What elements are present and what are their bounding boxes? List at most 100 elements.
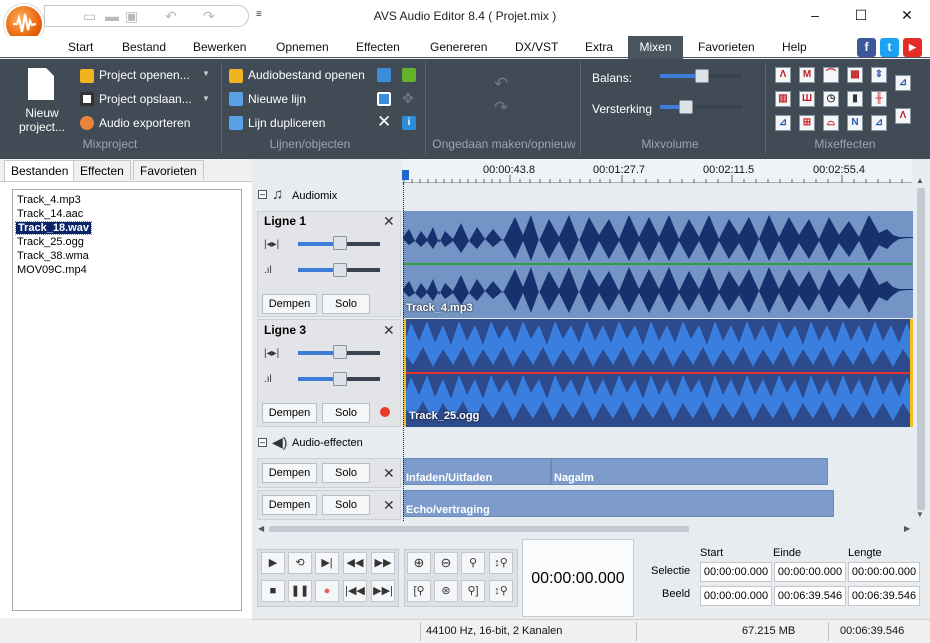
- go-to-start-icon[interactable]: |◀◀: [343, 580, 367, 602]
- close-button[interactable]: ✕: [884, 0, 930, 30]
- scroll-right-icon[interactable]: ▶: [904, 524, 910, 533]
- fx-delay-icon[interactable]: ◷: [823, 91, 839, 107]
- tab-effecten[interactable]: Effecten: [356, 40, 400, 58]
- delete-icon[interactable]: ✕: [377, 112, 391, 132]
- mute-button[interactable]: Dempen: [262, 463, 317, 483]
- minimize-button[interactable]: –: [792, 0, 838, 30]
- tab-panel-effecten[interactable]: Effecten: [73, 160, 131, 180]
- view-end-field[interactable]: 00:06:39.546: [774, 586, 846, 606]
- new-project-button[interactable]: Nieuw project...: [14, 106, 70, 134]
- fx-noise-icon[interactable]: N: [847, 115, 863, 131]
- scroll-left-icon[interactable]: ◀: [258, 524, 264, 533]
- zoom-vertical-out-icon[interactable]: ↕⚲: [489, 580, 513, 602]
- zoom-in-icon[interactable]: ⊕: [407, 552, 431, 574]
- play-icon[interactable]: ▶: [261, 552, 285, 574]
- fx-pitch-icon[interactable]: ╫: [871, 91, 887, 107]
- tab-bestand[interactable]: Bestand: [122, 40, 166, 58]
- square-icon[interactable]: [377, 92, 391, 106]
- fx-silence-icon[interactable]: ▮: [847, 91, 863, 107]
- waveform-clip[interactable]: Track_4.mp3: [403, 211, 913, 318]
- collapse-effects-icon[interactable]: –: [258, 438, 267, 447]
- list-item[interactable]: Track_25.ogg: [17, 236, 84, 248]
- mute-button[interactable]: Dempen: [262, 403, 317, 423]
- fx-amplify-icon[interactable]: Λ: [775, 67, 791, 83]
- pause-icon[interactable]: ❚❚: [288, 580, 312, 602]
- list-item[interactable]: MOV09C.mp4: [17, 264, 87, 276]
- track-balance-handle[interactable]: [333, 236, 347, 250]
- edit-icon[interactable]: [402, 68, 416, 82]
- new-line-button[interactable]: Nieuwe lijn: [248, 92, 306, 106]
- tab-start[interactable]: Start: [68, 40, 93, 58]
- zoom-100-icon[interactable]: ⚲: [461, 552, 485, 574]
- solo-button[interactable]: Solo: [322, 463, 370, 483]
- maximize-button[interactable]: ☐: [838, 0, 884, 30]
- effect-clip[interactable]: Nagalm: [551, 458, 828, 485]
- facebook-icon[interactable]: f: [857, 38, 876, 57]
- tab-genereren[interactable]: Genereren: [430, 40, 487, 58]
- fx-normalize-icon[interactable]: ⊿: [775, 115, 791, 131]
- view-length-field[interactable]: 00:06:39.546: [848, 586, 920, 606]
- list-item[interactable]: Track_14.aac: [17, 208, 83, 220]
- close-track-icon[interactable]: ✕: [383, 322, 395, 339]
- chevron-down-icon[interactable]: ▼: [202, 69, 210, 78]
- selection-length-field[interactable]: 00:00:00.000: [848, 562, 920, 582]
- fx-envelope-icon[interactable]: ⌓: [823, 115, 839, 131]
- close-effect-icon[interactable]: ✕: [383, 465, 395, 482]
- list-item[interactable]: Track_38.wma: [17, 250, 89, 262]
- record-arm-icon[interactable]: [380, 407, 390, 417]
- tab-mixen[interactable]: Mixen: [628, 36, 683, 59]
- rewind-icon[interactable]: ◀◀: [343, 552, 367, 574]
- solo-button[interactable]: Solo: [322, 495, 370, 515]
- vertical-scroll-thumb[interactable]: [917, 188, 925, 510]
- fx-chorus-icon[interactable]: ▦: [847, 67, 863, 83]
- loop-icon[interactable]: ⟲: [288, 552, 312, 574]
- solo-button[interactable]: Solo: [322, 294, 370, 314]
- export-audio-button[interactable]: Audio exporteren: [99, 116, 190, 130]
- track-name[interactable]: Ligne 1: [264, 214, 306, 228]
- fx-reverb-icon[interactable]: ▥: [775, 91, 791, 107]
- duplicate-line-button[interactable]: Lijn dupliceren: [248, 116, 325, 130]
- tab-dxvst[interactable]: DX/VST: [515, 40, 558, 58]
- scroll-down-icon[interactable]: ▼: [916, 510, 924, 519]
- zoom-to-start-icon[interactable]: [⚲: [407, 580, 431, 602]
- selection-start-field[interactable]: 00:00:00.000: [700, 562, 772, 582]
- tab-extra[interactable]: Extra: [585, 40, 613, 58]
- chevron-down-icon[interactable]: ▼: [202, 94, 210, 103]
- tab-favorieten[interactable]: Favorieten: [698, 40, 755, 58]
- delete-line-icon[interactable]: [377, 68, 391, 82]
- fast-forward-icon[interactable]: ▶▶: [371, 552, 395, 574]
- close-track-icon[interactable]: ✕: [383, 213, 395, 230]
- track-volume-handle[interactable]: [333, 263, 347, 277]
- play-selection-icon[interactable]: ▶|: [315, 552, 339, 574]
- fx-invert-icon[interactable]: ⊞: [799, 115, 815, 131]
- zoom-vertical-in-icon[interactable]: ↕⚲: [489, 552, 513, 574]
- collapse-audiomix-icon[interactable]: –: [258, 190, 267, 199]
- go-to-end-icon[interactable]: ▶▶|: [371, 580, 395, 602]
- info-icon[interactable]: i: [402, 116, 416, 130]
- tab-help[interactable]: Help: [782, 40, 807, 58]
- horizontal-scroll-thumb[interactable]: [269, 526, 689, 532]
- effect-clip[interactable]: Infaden/Uitfaden: [403, 458, 551, 485]
- tab-bewerken[interactable]: Bewerken: [193, 40, 246, 58]
- list-item[interactable]: Track_4.mp3: [17, 194, 81, 206]
- open-audiofile-button[interactable]: Audiobestand openen: [248, 68, 365, 82]
- open-project-button[interactable]: Project openen...: [99, 68, 190, 82]
- scroll-up-icon[interactable]: ▲: [916, 176, 924, 185]
- stop-icon[interactable]: ■: [261, 580, 285, 602]
- selection-end-field[interactable]: 00:00:00.000: [774, 562, 846, 582]
- fx-equalizer-icon[interactable]: ⊿: [895, 75, 911, 91]
- twitter-icon[interactable]: t: [880, 38, 899, 57]
- mute-button[interactable]: Dempen: [262, 294, 317, 314]
- balance-slider-handle[interactable]: [695, 69, 709, 83]
- new-project-icon[interactable]: [28, 68, 54, 100]
- list-item-selected[interactable]: Track_18.wav: [15, 221, 92, 235]
- zoom-selection-icon[interactable]: ⊛: [434, 580, 458, 602]
- fx-filter-icon[interactable]: ⊿: [871, 115, 887, 131]
- zoom-to-end-icon[interactable]: ⚲]: [461, 580, 485, 602]
- fx-compressor-icon[interactable]: M: [799, 67, 815, 83]
- solo-button[interactable]: Solo: [322, 403, 370, 423]
- waveform-clip-selected[interactable]: Track_25.ogg: [403, 319, 913, 427]
- zoom-out-icon[interactable]: ⊖: [434, 552, 458, 574]
- fx-stretch-icon[interactable]: ⇕: [871, 67, 887, 83]
- close-effect-icon[interactable]: ✕: [383, 497, 395, 514]
